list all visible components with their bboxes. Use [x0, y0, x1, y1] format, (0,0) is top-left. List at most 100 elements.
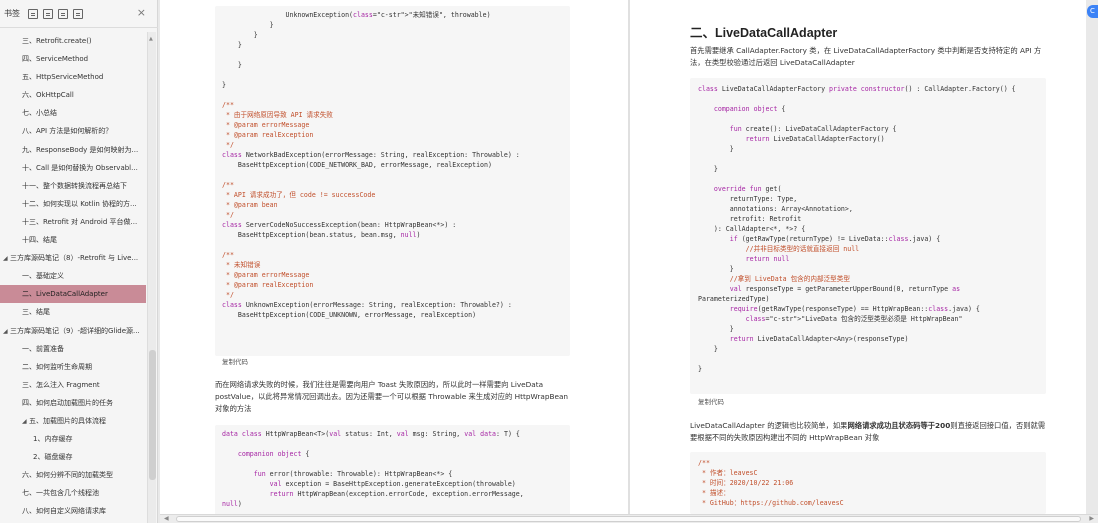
bookmark-item[interactable]: 一、前置准备 [0, 340, 146, 358]
sidebar-scrollbar[interactable]: ▲ [147, 32, 156, 523]
code-line: * API 请求成功了，但 code != successCode [222, 191, 376, 199]
bookmark-item-label: 六、如何分辨不同的加载类型 [22, 471, 113, 480]
close-sidebar-button[interactable]: × [137, 6, 146, 19]
code-line: } [222, 21, 274, 29]
bookmark-item[interactable]: 六、如何分辨不同的加载类型 [0, 466, 146, 484]
pdf-page-left: UnknownException(class="c-str">"未知错误", t… [160, 0, 628, 514]
bookmark-item[interactable]: 五、HttpServiceMethod [0, 68, 146, 86]
expand-icon[interactable] [28, 8, 38, 19]
code-line: * @param errorMessage [222, 271, 310, 279]
code-line: require(getRawType(responseType) == Http… [729, 305, 980, 313]
bookmark-item[interactable]: 1、内存缓存 [0, 430, 146, 448]
expand-arrow-icon[interactable]: ◢ [22, 413, 29, 430]
code-line: } [698, 165, 718, 173]
bookmark-item-label: 五、加载图片的具体流程 [29, 416, 106, 425]
bookmark-item[interactable]: 十、Call 是如何替换为 Observabl... [0, 159, 146, 177]
bookmark-item[interactable]: 三、结尾 [0, 303, 146, 321]
code-line: * 由于网络原因导致 API 请求失败 [222, 111, 333, 119]
horizontal-scrollbar-thumb[interactable] [176, 516, 1081, 522]
code-line: class LiveDataCallAdapterFactory private… [698, 85, 1016, 93]
bookmark-item[interactable]: 八、API 方法是如何解析的？ [0, 122, 146, 140]
bookmark-item[interactable]: 十三、Retrofit 对 Android 平台做... [0, 213, 146, 231]
expand-arrow-icon[interactable]: ◢ [3, 250, 10, 267]
bookmark-item[interactable]: ◢ 五、加载图片的具体流程 [0, 412, 146, 430]
bookmark-item[interactable]: ◢ 三方库源码笔记（9）-超详细的Glide源... [0, 322, 146, 340]
code-block: data class HttpWrapBean<T>(val status: I… [215, 425, 570, 514]
bookmark-item[interactable]: 四、ServiceMethod [0, 50, 146, 68]
code-line: //拿到 LiveData 包含的内部泛型类型 [698, 275, 850, 283]
bookmark-item-label: 十二、如何实现以 Kotlin 协程的方... [22, 199, 137, 208]
bookmark-item[interactable]: ◢ 三方库源码笔记（8）-Retrofit 与 Live... [0, 249, 146, 267]
expand-arrow-icon[interactable]: ◢ [3, 323, 10, 340]
bookmark-item[interactable]: 二、如何监听生命周期 [0, 358, 146, 376]
sidebar-title: 书签 [4, 9, 20, 18]
code-block: class LiveDataCallAdapterFactory private… [690, 78, 1046, 394]
copy-code-link[interactable]: 复制代码 [698, 396, 724, 406]
bookmark-item[interactable]: 十四、结尾 [0, 231, 146, 249]
code-line: val responseType = getParameterUpperBoun… [729, 285, 961, 293]
horizontal-scrollbar[interactable]: ◀ ▶ [160, 514, 1098, 523]
code-line: * GitHub：https://github.com/leavesC [698, 499, 844, 507]
code-line: fun create(): LiveDataCallAdapterFactory… [729, 125, 897, 133]
bookmark-item-label: 九、ResponseBody 是如何映射为... [22, 145, 139, 154]
code-line: if (getRawType(returnType) != LiveData::… [729, 235, 941, 243]
bookmark-sidebar: 书签 × 三、Retrofit.create() 四、ServiceMethod 五… [0, 0, 158, 523]
bookmark-item[interactable]: 七、一共包含几个线程池 [0, 484, 146, 502]
code-line: BaseHttpException(CODE_NETWORK_BAD, erro… [222, 161, 492, 169]
bookmark-item[interactable]: 六、OkHttpCall [0, 86, 146, 104]
pdf-page-right: 二、LiveDataCallAdapter 首先需要继承 CallAdapter… [630, 0, 1086, 514]
bookmark-add-icon[interactable] [58, 8, 68, 19]
bookmark-item-label: 一、前置准备 [22, 344, 64, 353]
code-line: returnType: Type, [698, 195, 798, 203]
bookmark-item[interactable]: 2、磁盘缓存 [0, 448, 146, 466]
code-line: } [698, 345, 718, 353]
code-line: null) [222, 500, 242, 508]
bookmark-icon[interactable] [73, 8, 83, 19]
scroll-up-icon[interactable]: ▲ [149, 36, 153, 42]
scroll-right-icon[interactable]: ▶ [1089, 515, 1094, 522]
code-line: * 未知错误 [222, 261, 261, 269]
copy-code-link[interactable]: 复制代码 [222, 356, 248, 366]
code-line: class NetworkBadException(errorMessage: … [222, 151, 520, 159]
code-line: * @param bean [222, 201, 278, 209]
code-line: retrofit: Retrofit [698, 215, 802, 223]
scroll-left-icon[interactable]: ◀ [164, 515, 169, 522]
bookmark-item[interactable]: 十一、整个数据转换流程再总结下 [0, 177, 146, 195]
bookmark-item-label: 二、如何监听生命周期 [22, 362, 92, 371]
bookmark-item-label: 四、如何启动加载图片的任务 [22, 398, 113, 407]
bookmark-item-label: 八、如何自定义网络请求库 [22, 507, 106, 516]
bookmark-item-label: 十三、Retrofit 对 Android 平台做... [22, 217, 138, 226]
bookmark-item[interactable]: 三、怎么注入 Fragment [0, 376, 146, 394]
bookmark-item-label: 2、磁盘缓存 [33, 453, 73, 462]
collapse-icon[interactable] [43, 8, 53, 19]
bookmark-item-label: 三方库源码笔记（8）-Retrofit 与 Live... [10, 254, 139, 263]
bookmark-item[interactable]: 七、小总结 [0, 104, 146, 122]
code-line: ParameterizedType) [698, 295, 770, 303]
code-line: BaseHttpException(CODE_UNKNOWN, errorMes… [222, 311, 477, 319]
bookmark-item[interactable]: 八、如何自定义网络请求库 [0, 502, 146, 520]
code-line: /** [222, 251, 234, 259]
code-line: class="c-str">"LiveData 包含的泛型类型必须是 HttpW… [745, 315, 963, 323]
code-line: BaseHttpException(bean.status, bean.msg,… [222, 231, 421, 239]
code-line: companion object { [713, 105, 786, 113]
bookmark-item[interactable]: 九、ResponseBody 是如何映射为... [0, 141, 146, 159]
code-block: /** * 作者：leavesC * 时间：2020/10/22 21:06 *… [690, 452, 1046, 514]
bookmark-item[interactable]: 四、如何启动加载图片的任务 [0, 394, 146, 412]
bookmark-item[interactable]: 一、基础定义 [0, 267, 146, 285]
bookmark-item[interactable]: 三、Retrofit.create() [0, 32, 146, 50]
user-avatar[interactable]: C [1087, 5, 1098, 18]
bookmark-item[interactable]: 十二、如何实现以 Kotlin 协程的方... [0, 195, 146, 213]
code-line: //并非目标类型的话就直接返回 null [698, 245, 860, 253]
sidebar-scrollbar-thumb[interactable] [149, 350, 156, 480]
code-line: companion object { [237, 450, 310, 458]
bookmark-item-label: 一、基础定义 [22, 272, 64, 281]
code-line: fun error(throwable: Throwable): HttpWra… [253, 470, 453, 478]
code-line: /** [222, 181, 234, 189]
bookmark-item[interactable]: 二、LiveDataCallAdapter [0, 285, 146, 304]
code-line: */ [222, 141, 234, 149]
